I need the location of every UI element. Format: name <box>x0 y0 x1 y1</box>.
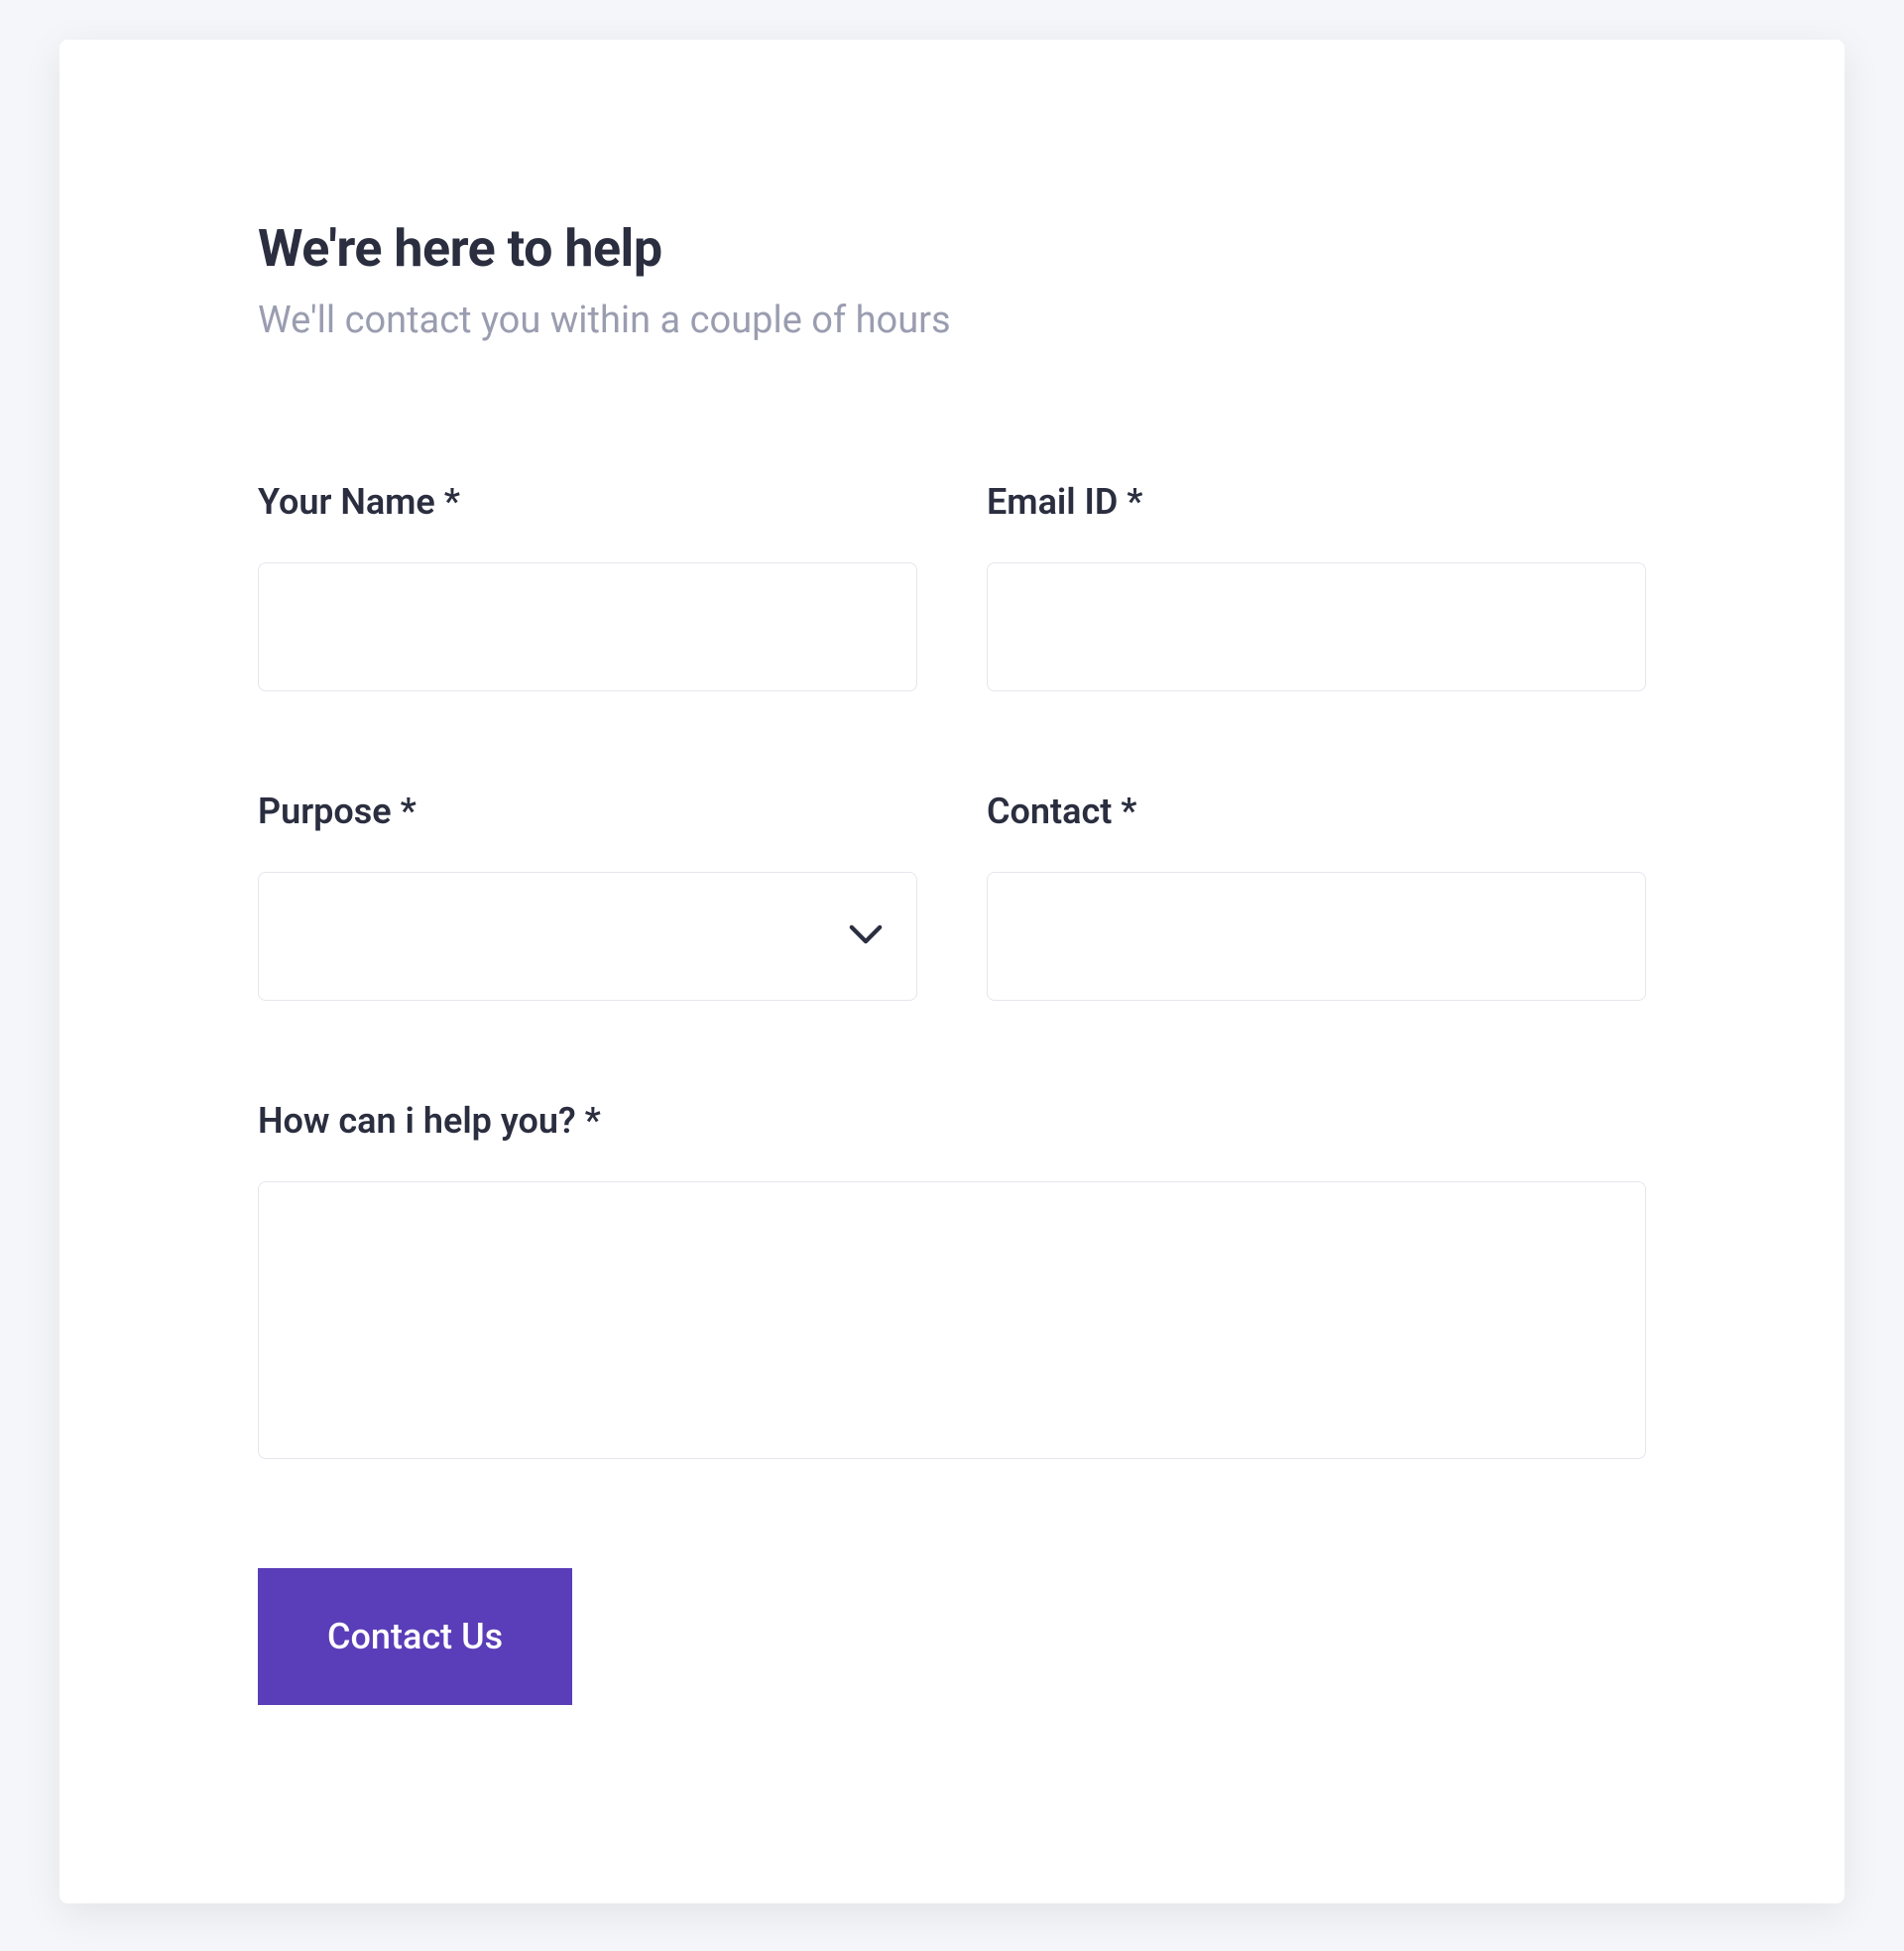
message-label: How can i help you? * <box>258 1100 1646 1142</box>
message-textarea[interactable] <box>258 1181 1646 1459</box>
purpose-field-group: Purpose * <box>258 791 917 1001</box>
name-label: Your Name * <box>258 481 917 523</box>
contact-field-group: Contact * <box>987 791 1646 1001</box>
email-label: Email ID * <box>987 481 1646 523</box>
name-input[interactable] <box>258 562 917 691</box>
message-field-group: How can i help you? * <box>258 1100 1646 1459</box>
email-input[interactable] <box>987 562 1646 691</box>
contact-form-card: We're here to help We'll contact you wit… <box>60 40 1844 1903</box>
contact-input[interactable] <box>987 872 1646 1001</box>
form-row-2: Purpose * Contact * <box>258 791 1646 1001</box>
page-subtitle: We'll contact you within a couple of hou… <box>258 299 1646 342</box>
form-row-3: How can i help you? * <box>258 1100 1646 1459</box>
form-row-1: Your Name * Email ID * <box>258 481 1646 691</box>
purpose-select[interactable] <box>258 872 917 1001</box>
purpose-select-wrapper <box>258 872 917 1001</box>
contact-us-button[interactable]: Contact Us <box>258 1568 572 1705</box>
page-title: We're here to help <box>258 218 1646 279</box>
purpose-label: Purpose * <box>258 791 917 832</box>
email-field-group: Email ID * <box>987 481 1646 691</box>
name-field-group: Your Name * <box>258 481 917 691</box>
contact-label: Contact * <box>987 791 1646 832</box>
